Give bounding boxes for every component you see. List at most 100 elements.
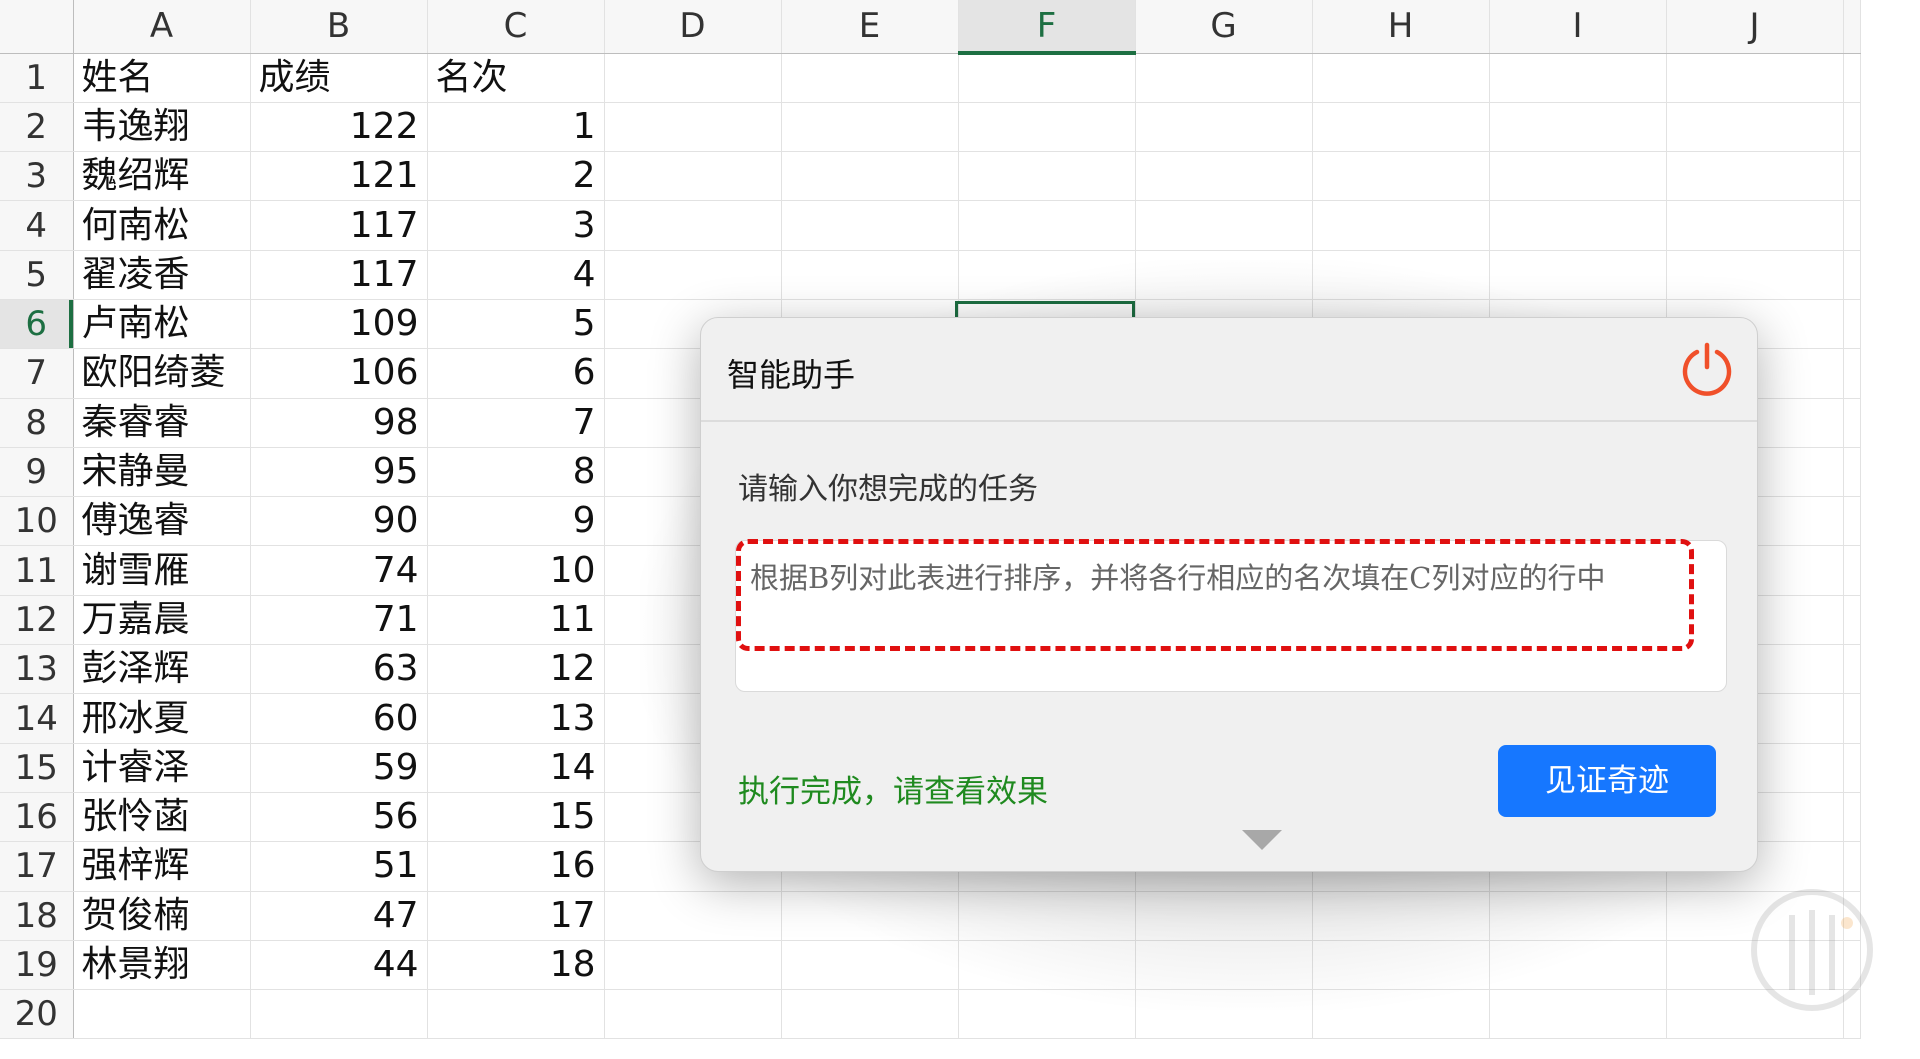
cell-empty[interactable]	[1489, 200, 1667, 251]
row-header[interactable]: 5	[0, 250, 74, 300]
cell-c12[interactable]: 11	[427, 595, 605, 646]
cell-c8[interactable]: 7	[427, 398, 605, 448]
row-header[interactable]: 6	[0, 299, 74, 350]
cell-empty[interactable]	[604, 891, 782, 941]
cell-a12[interactable]: 万嘉晨	[73, 595, 251, 646]
row-header[interactable]: 10	[0, 496, 74, 547]
cell-empty[interactable]	[1135, 250, 1313, 300]
cell-a13[interactable]: 彭泽辉	[73, 644, 251, 695]
cell-a9[interactable]: 宋静曼	[73, 447, 251, 498]
row-header[interactable]: 12	[0, 595, 74, 646]
column-header-h[interactable]: H	[1312, 0, 1490, 54]
cell-a16[interactable]: 张怜菡	[73, 792, 251, 843]
row-header[interactable]: 4	[0, 200, 74, 251]
cell-a6[interactable]: 卢南松	[73, 299, 251, 350]
cell-c5[interactable]: 4	[427, 250, 605, 300]
cell-b10[interactable]: 90	[250, 496, 428, 547]
row-header[interactable]: 13	[0, 644, 74, 695]
cell-empty[interactable]	[781, 151, 959, 202]
cell-empty[interactable]	[1489, 250, 1667, 300]
cell-b8[interactable]: 98	[250, 398, 428, 448]
cell-empty[interactable]	[1843, 792, 1861, 843]
cell-b11[interactable]: 74	[250, 545, 428, 596]
run-button[interactable]: 见证奇迹	[1498, 745, 1716, 817]
cell-empty[interactable]	[604, 250, 782, 300]
column-header-i[interactable]: I	[1489, 0, 1667, 54]
cell-b6[interactable]: 109	[250, 299, 428, 350]
task-input[interactable]: 根据B列对此表进行排序，并将各行相应的名次填在C列对应的行中	[735, 539, 1727, 692]
cell-empty[interactable]	[958, 53, 1136, 103]
cell-b18[interactable]: 47	[250, 891, 428, 941]
cell-b5[interactable]: 117	[250, 250, 428, 300]
row-header[interactable]: 20	[0, 989, 74, 1040]
cell-a11[interactable]: 谢雪雁	[73, 545, 251, 596]
cell-c3[interactable]: 2	[427, 151, 605, 202]
column-header-c[interactable]: C	[427, 0, 605, 54]
cell-empty[interactable]	[604, 989, 782, 1040]
cell-empty[interactable]	[1666, 200, 1844, 251]
row-header[interactable]: 1	[0, 53, 74, 103]
cell-empty[interactable]	[1489, 940, 1667, 991]
cell-empty[interactable]	[1666, 151, 1844, 202]
cell-b20[interactable]	[250, 989, 428, 1040]
cell-c11[interactable]: 10	[427, 545, 605, 596]
row-header[interactable]: 18	[0, 891, 74, 941]
row-header[interactable]: 9	[0, 447, 74, 498]
cell-empty[interactable]	[781, 940, 959, 991]
cell-empty[interactable]	[781, 989, 959, 1040]
cell-empty[interactable]	[958, 891, 1136, 941]
row-header[interactable]: 2	[0, 102, 74, 153]
cell-empty[interactable]	[958, 151, 1136, 202]
row-header[interactable]: 3	[0, 151, 74, 202]
cell-empty[interactable]	[1135, 53, 1313, 103]
column-header-d[interactable]: D	[604, 0, 782, 54]
cell-empty[interactable]	[958, 940, 1136, 991]
cell-c4[interactable]: 3	[427, 200, 605, 251]
cell-empty[interactable]	[1666, 102, 1844, 153]
cell-empty[interactable]	[1843, 102, 1861, 153]
column-header-a[interactable]: A	[73, 0, 251, 54]
cell-a3[interactable]: 魏绍辉	[73, 151, 251, 202]
cell-empty[interactable]	[781, 102, 959, 153]
cell-a7[interactable]: 欧阳绮菱	[73, 348, 251, 399]
cell-a19[interactable]: 林景翔	[73, 940, 251, 991]
cell-a8[interactable]: 秦睿睿	[73, 398, 251, 448]
cell-empty[interactable]	[1843, 151, 1861, 202]
cell-empty[interactable]	[958, 250, 1136, 300]
cell-empty[interactable]	[1312, 151, 1490, 202]
cell-c14[interactable]: 13	[427, 693, 605, 744]
cell-empty[interactable]	[1843, 348, 1861, 399]
row-header[interactable]: 8	[0, 398, 74, 448]
cell-empty[interactable]	[1843, 545, 1861, 596]
cell-empty[interactable]	[1312, 200, 1490, 251]
column-header-j[interactable]: J	[1666, 0, 1844, 54]
cell-a18[interactable]: 贺俊楠	[73, 891, 251, 941]
cell-c19[interactable]: 18	[427, 940, 605, 991]
cell-a14[interactable]: 邢冰夏	[73, 693, 251, 744]
column-header-e[interactable]: E	[781, 0, 959, 54]
cell-empty[interactable]	[1843, 693, 1861, 744]
row-header[interactable]: 14	[0, 693, 74, 744]
cell-empty[interactable]	[1843, 841, 1861, 892]
cell-a4[interactable]: 何南松	[73, 200, 251, 251]
cell-empty[interactable]	[1666, 250, 1844, 300]
cell-empty[interactable]	[1135, 891, 1313, 941]
row-header[interactable]: 17	[0, 841, 74, 892]
cell-empty[interactable]	[1843, 496, 1861, 547]
cell-empty[interactable]	[1312, 53, 1490, 103]
cell-empty[interactable]	[1489, 151, 1667, 202]
cell-empty[interactable]	[958, 102, 1136, 153]
cell-b1[interactable]: 成绩	[250, 53, 428, 103]
cell-empty[interactable]	[1135, 151, 1313, 202]
cell-empty[interactable]	[1135, 940, 1313, 991]
cell-empty[interactable]	[604, 53, 782, 103]
cell-empty[interactable]	[1843, 53, 1861, 103]
cell-empty[interactable]	[1135, 989, 1313, 1040]
cell-b17[interactable]: 51	[250, 841, 428, 892]
cell-b15[interactable]: 59	[250, 743, 428, 793]
cell-a2[interactable]: 韦逸翔	[73, 102, 251, 153]
cell-b12[interactable]: 71	[250, 595, 428, 646]
cell-empty[interactable]	[1489, 102, 1667, 153]
cell-empty[interactable]	[1843, 743, 1861, 793]
cell-empty[interactable]	[1489, 891, 1667, 941]
